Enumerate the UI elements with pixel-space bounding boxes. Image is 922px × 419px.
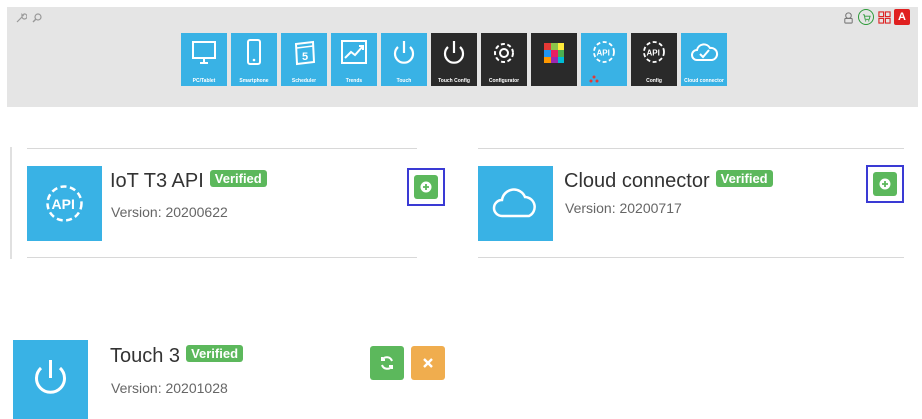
apps-grid-icon[interactable] [877, 10, 891, 24]
monitor-icon [192, 41, 216, 64]
app-touch[interactable]: Touch [381, 33, 427, 86]
toolbar-left-tools [15, 11, 43, 29]
divider [27, 148, 417, 149]
card-version: Version: 20200717 [565, 200, 682, 216]
card-title-text: Cloud connector [564, 170, 710, 192]
add-button[interactable] [414, 175, 438, 199]
divider [478, 257, 904, 258]
power-icon [443, 41, 465, 64]
calendar-icon: 5 [294, 40, 316, 66]
app-label: PC/Tablet [192, 78, 216, 84]
search-icon[interactable] [31, 11, 43, 29]
app-launcher-row: PC/Tablet Smartphone 5 Scheduler Trends … [181, 33, 727, 86]
cloud-icon [492, 188, 536, 218]
app-smartphone[interactable]: Smartphone [231, 33, 277, 86]
app-label: Cloud connector [684, 78, 724, 84]
api-gear-icon: API [593, 41, 615, 63]
card-title-text: Touch 3 [110, 345, 181, 367]
card-title: Cloud connector Verified [564, 170, 773, 193]
app-configurator[interactable]: Configurator [481, 33, 527, 86]
api-gear-icon: API [46, 185, 83, 222]
card-thumbnail [13, 340, 88, 419]
app-label: Touch [396, 78, 412, 84]
card-title-text: IoT T3 API [110, 170, 204, 192]
color-grid-icon [544, 43, 564, 63]
cloud-check-icon [691, 43, 719, 61]
app-cloud-connector[interactable]: Cloud connector [681, 33, 727, 86]
api-gear-icon: API [643, 41, 665, 63]
lock-user-icon[interactable] [841, 10, 855, 24]
card-left-border [10, 147, 12, 259]
close-icon [423, 358, 433, 368]
card-thumbnail [478, 166, 553, 241]
app-label: Trends [345, 78, 363, 84]
cart-icon[interactable] [858, 9, 874, 25]
smartphone-icon [247, 39, 261, 65]
divider [27, 257, 417, 258]
network-icon [589, 75, 599, 83]
card-thumbnail: API [27, 166, 102, 241]
app-config[interactable]: API Config [631, 33, 677, 86]
svg-text:API: API [52, 196, 75, 212]
card-title: Touch 3 Verified [110, 345, 244, 368]
app-label: Scheduler [291, 78, 317, 84]
toolbar-right-tools: A [841, 9, 910, 25]
refresh-icon [381, 356, 393, 370]
svg-text:5: 5 [302, 51, 308, 63]
app-label: Touch Config [438, 78, 470, 84]
svg-text:API: API [647, 49, 660, 58]
add-button-highlight [407, 168, 445, 206]
verified-badge: Verified [209, 170, 267, 187]
app-label: Configurator [488, 78, 520, 84]
svg-text:API: API [597, 49, 610, 58]
app-label: Smartphone [239, 78, 269, 84]
app-pc-tablet[interactable]: PC/Tablet [181, 33, 227, 86]
add-button[interactable] [873, 172, 897, 196]
power-icon [35, 360, 66, 394]
remove-button[interactable] [411, 346, 445, 380]
admin-badge[interactable]: A [894, 9, 910, 25]
power-icon [393, 41, 415, 64]
top-toolbar: A PC/Tablet Smartphone 5 Scheduler Trend… [7, 7, 918, 107]
app-color-grid[interactable] [531, 33, 577, 86]
app-touch-config[interactable]: Touch Config [431, 33, 477, 86]
plus-circle-icon [879, 178, 891, 190]
verified-badge: Verified [186, 345, 244, 362]
app-trends[interactable]: Trends [331, 33, 377, 86]
card-title: IoT T3 API Verified [110, 170, 267, 193]
gear-icon [494, 43, 514, 63]
card-version: Version: 20201028 [111, 380, 228, 396]
app-scheduler[interactable]: 5 Scheduler [281, 33, 327, 86]
card-version: Version: 20200622 [111, 204, 228, 220]
wrench-icon[interactable] [15, 11, 28, 29]
app-api[interactable]: API [581, 33, 627, 86]
update-button[interactable] [370, 346, 404, 380]
add-button-highlight [866, 165, 904, 203]
plus-circle-icon [420, 181, 432, 193]
trend-chart-icon [341, 40, 367, 64]
app-label: Config [646, 78, 662, 84]
verified-badge: Verified [715, 170, 773, 187]
divider [478, 148, 904, 149]
